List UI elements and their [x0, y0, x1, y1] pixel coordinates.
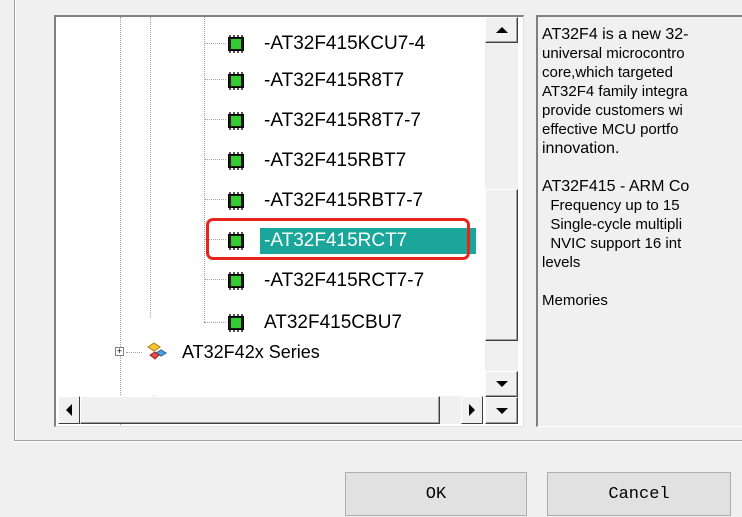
chip-icon [226, 112, 246, 130]
description-line: AT32F4 is a new 32- [542, 26, 689, 43]
tree-connector [204, 199, 226, 200]
arrow-right-icon [469, 404, 475, 416]
tree-item-label: -AT32F415R8T7 [264, 70, 405, 91]
tree-connector [204, 279, 226, 280]
series-icon [144, 341, 170, 363]
ok-button[interactable]: OK [345, 472, 527, 516]
tree-connector [204, 43, 226, 44]
arrow-down-icon [495, 381, 508, 387]
description-line: Single-cycle multipli [542, 216, 683, 233]
tree-connector [204, 79, 226, 80]
tree-item-label: -AT32F415RCT7-7 [264, 270, 425, 291]
description-line: universal microcontro [542, 45, 685, 62]
tree-vertical-scrollbar[interactable] [485, 17, 518, 397]
description-line: innovation. [542, 140, 620, 157]
scroll-right-button[interactable] [461, 396, 483, 424]
description-line: core,which targeted [542, 64, 673, 81]
chip-icon [226, 152, 246, 170]
tree-item-device[interactable]: -AT32F415RBT7-7 [226, 183, 427, 219]
chip-icon [226, 314, 246, 332]
scroll-thumb[interactable] [485, 189, 518, 341]
description-line [542, 272, 742, 291]
scroll-up-button[interactable] [485, 17, 518, 43]
description-line: AT32F415 - ARM Co [542, 178, 690, 195]
expand-toggle[interactable]: + [115, 347, 124, 356]
tree-guide-line [204, 17, 205, 322]
dialog-border-highlight [15, 0, 16, 440]
chip-icon [226, 72, 246, 90]
scroll-down-button[interactable] [485, 371, 518, 397]
description-line: Frequency up to 15 [542, 197, 680, 214]
tree-item-label: -AT32F415RBT7-7 [264, 190, 424, 211]
scroll-left-button[interactable] [58, 396, 80, 424]
chip-icon [226, 192, 246, 210]
scroll-down-button-lower[interactable] [485, 397, 518, 424]
tree-connector [204, 159, 226, 160]
device-tree[interactable]: -AT32F415KCU7-4 -AT32F415R8T7 -AT32F415R… [54, 15, 524, 427]
tree-item-label: -AT32F415KCU7-4 [264, 33, 426, 54]
arrow-up-icon [495, 27, 508, 33]
description-line: Memories [542, 292, 608, 309]
tree-item-label: AT32F42x Series [182, 341, 320, 362]
device-description: AT32F4 is a new 32- universal microcontr… [536, 15, 742, 427]
cancel-button[interactable]: Cancel [547, 472, 731, 516]
horizontal-scroll-thumb[interactable] [80, 396, 440, 424]
button-area-separator-highlight [14, 441, 742, 442]
tree-item-label: -AT32F415RCT7 [260, 228, 476, 254]
tree-item-device[interactable]: -AT32F415R8T7 [226, 63, 408, 99]
tree-item-device[interactable]: -AT32F415RCT7-7 [226, 263, 428, 299]
arrow-down-icon [495, 407, 508, 414]
description-line: NVIC support 16 int [542, 235, 682, 252]
tree-item-device-selected[interactable]: -AT32F415RCT7 [226, 223, 476, 259]
tree-connector [204, 119, 226, 120]
chip-icon [226, 232, 246, 250]
tree-connector [204, 239, 226, 240]
tree-guide-line [120, 17, 121, 426]
description-line: effective MCU portfo [542, 121, 679, 138]
description-line: levels [542, 254, 581, 271]
arrow-left-icon [66, 404, 72, 416]
chip-icon [226, 272, 246, 290]
tree-item-device[interactable]: -AT32F415R8T7-7 [226, 103, 425, 139]
tree-item-label: -AT32F415RBT7 [264, 150, 407, 171]
tree-item-series[interactable]: AT32F42x Series [144, 334, 324, 370]
tree-item-device[interactable]: -AT32F415RBT7 [226, 143, 410, 179]
tree-guide-line [150, 17, 151, 317]
tree-item-label: -AT32F415R8T7-7 [264, 110, 421, 131]
chip-icon [226, 35, 246, 53]
tree-horizontal-scrollbar[interactable] [58, 396, 483, 424]
tree-connector [126, 352, 142, 353]
description-line: AT32F4 family integra [542, 83, 688, 100]
tree-item-label: AT32F415CBU7 [264, 312, 402, 333]
description-line: provide customers wi [542, 102, 683, 119]
tree-item-device[interactable]: -AT32F415KCU7-4 [226, 26, 429, 62]
description-line [542, 158, 742, 177]
tree-connector [204, 322, 226, 323]
